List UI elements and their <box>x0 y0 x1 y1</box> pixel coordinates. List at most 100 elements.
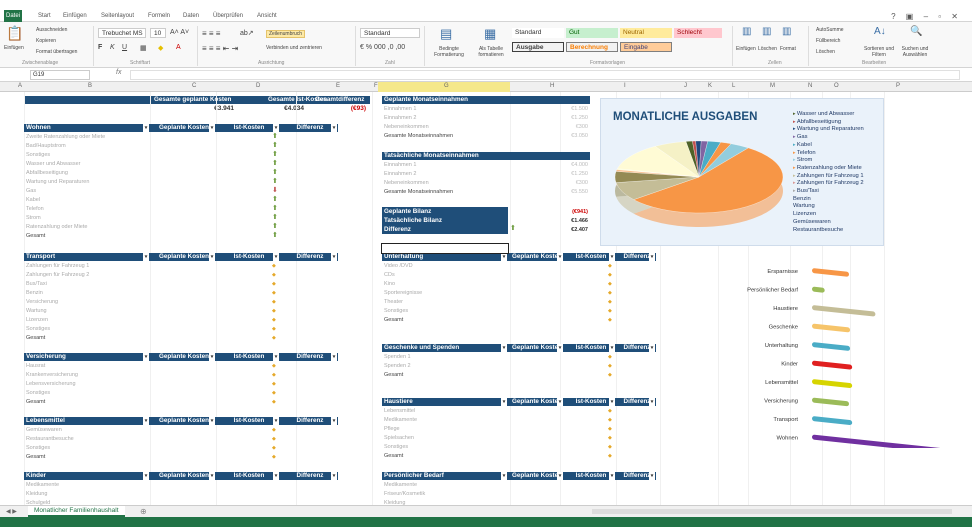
column-header-n[interactable]: N <box>808 83 812 89</box>
wrap-text-button[interactable]: Zeilenumbruch <box>266 30 306 38</box>
style-schlecht[interactable]: Schlecht <box>674 28 722 38</box>
kinder-filter-dropdown-icon[interactable]: ▾ <box>331 472 337 480</box>
column-header-g[interactable]: G <box>444 83 449 89</box>
conditional-formatting-icon[interactable]: ▤ <box>440 26 452 42</box>
column-header-k[interactable]: K <box>708 83 712 89</box>
paste-button[interactable]: Einfügen <box>4 45 24 51</box>
lebensmittel-filter-dropdown-icon[interactable]: ▾ <box>331 417 337 425</box>
fx-icon[interactable]: fx <box>116 69 121 76</box>
delete-cells-icon[interactable]: ▥ <box>762 26 771 37</box>
column-header-f[interactable]: F <box>374 83 378 89</box>
tab-seitenlayout[interactable]: Seitenlayout <box>101 13 134 19</box>
insert-cells-button[interactable]: Einfügen <box>736 46 756 52</box>
unterhaltung-filter-dropdown-icon[interactable]: ▾ <box>557 253 563 261</box>
bold-icon[interactable]: F <box>98 44 102 51</box>
kinder-filter-dropdown-icon[interactable]: ▾ <box>209 472 215 480</box>
grow-shrink-font-icon[interactable]: A˄ A˅ <box>170 29 189 36</box>
versicherung-filter-dropdown-icon[interactable]: ▾ <box>209 353 215 361</box>
sheet-nav-arrows-icon[interactable]: ◀ ▶ <box>6 508 17 515</box>
transport-filter-dropdown-icon[interactable]: ▾ <box>273 253 279 261</box>
font-name-select[interactable]: Trebuchet MS <box>98 28 146 38</box>
wohnen-filter-dropdown-icon[interactable]: ▾ <box>143 124 149 132</box>
align-top-icon[interactable]: ≡ ≡ ≡ <box>202 29 220 38</box>
versicherung-filter-dropdown-icon[interactable]: ▾ <box>331 353 337 361</box>
sort-filter-button[interactable]: Sortieren und Filtern <box>862 46 896 58</box>
column-header-o[interactable]: O <box>834 83 839 89</box>
format-as-table-icon[interactable]: ▦ <box>484 26 496 42</box>
unterhaltung-filter-dropdown-icon[interactable]: ▾ <box>649 253 655 261</box>
align-left-icon[interactable]: ≡ ≡ ≡ ⇤ ⇥ <box>202 44 238 53</box>
underline-icon[interactable]: U <box>122 44 127 51</box>
font-color-icon[interactable]: A <box>176 44 181 51</box>
borders-icon[interactable]: ▦ <box>140 44 147 52</box>
add-sheet-icon[interactable]: ⊕ <box>140 507 147 516</box>
kinder-filter-dropdown-icon[interactable]: ▾ <box>273 472 279 480</box>
cut-button[interactable]: Ausschneiden <box>36 27 67 33</box>
style-berechnung[interactable]: Berechnung <box>566 42 618 52</box>
find-select-button[interactable]: Suchen und Auswählen <box>898 46 932 58</box>
tab-ansicht[interactable]: Ansicht <box>257 13 277 19</box>
style-eingabe[interactable]: Eingabe <box>620 42 672 52</box>
merge-center-button[interactable]: Verbinden und zentrieren <box>266 45 322 51</box>
persoenlich-filter-dropdown-icon[interactable]: ▾ <box>501 472 507 480</box>
persoenlich-filter-dropdown-icon[interactable]: ▾ <box>557 472 563 480</box>
style-standard[interactable]: Standard <box>512 28 564 38</box>
transport-filter-dropdown-icon[interactable]: ▾ <box>331 253 337 261</box>
name-box[interactable]: G19 <box>30 70 90 80</box>
style-ausgabe[interactable]: Ausgabe <box>512 42 564 52</box>
column-header-c[interactable]: C <box>192 83 196 89</box>
haustiere-filter-dropdown-icon[interactable]: ▾ <box>557 398 563 406</box>
style-gut[interactable]: Gut <box>566 28 618 38</box>
tab-ueberpruefen[interactable]: Überprüfen <box>213 13 243 19</box>
number-format-select[interactable]: Standard <box>360 28 420 38</box>
persoenlich-filter-dropdown-icon[interactable]: ▾ <box>649 472 655 480</box>
format-cells-button[interactable]: Format <box>780 46 796 52</box>
tab-einfuegen[interactable]: Einfügen <box>63 13 87 19</box>
versicherung-filter-dropdown-icon[interactable]: ▾ <box>273 353 279 361</box>
unterhaltung-filter-dropdown-icon[interactable]: ▾ <box>501 253 507 261</box>
fill-button[interactable]: Füllbereich <box>816 38 840 44</box>
geschenke-filter-dropdown-icon[interactable]: ▾ <box>501 344 507 352</box>
delete-cells-button[interactable]: Löschen <box>758 46 777 52</box>
column-header-e[interactable]: E <box>336 83 340 89</box>
bar-chart-panel[interactable]: Ersparnisse Persönlicher Bedarf Haustiere G… <box>726 248 972 448</box>
sort-filter-icon[interactable]: A↓ <box>874 26 886 37</box>
column-header-j[interactable]: J <box>684 83 687 89</box>
tab-start[interactable]: Start <box>38 13 51 19</box>
pie-chart-panel[interactable]: MONATLICHE AUSGABEN ▸ Wasser und Abwasse… <box>600 98 884 246</box>
fill-color-icon[interactable]: ◆ <box>158 44 163 52</box>
column-header-l[interactable]: L <box>732 83 735 89</box>
haustiere-filter-dropdown-icon[interactable]: ▾ <box>649 398 655 406</box>
orientation-icon[interactable]: ab↗ <box>240 29 254 37</box>
column-header-d[interactable]: D <box>256 83 260 89</box>
column-header-a[interactable]: A <box>18 83 22 89</box>
active-cell-g19[interactable] <box>381 243 509 254</box>
conditional-formatting-button[interactable]: Bedingte Formatierung <box>428 46 470 58</box>
tab-daten[interactable]: Daten <box>183 13 199 19</box>
style-neutral[interactable]: Neutral <box>620 28 672 38</box>
format-painter-button[interactable]: Format übertragen <box>36 49 77 55</box>
haustiere-filter-dropdown-icon[interactable]: ▾ <box>609 398 615 406</box>
format-cells-icon[interactable]: ▥ <box>782 26 791 37</box>
clear-button[interactable]: Löschen <box>816 49 835 55</box>
file-tab[interactable]: Datei <box>4 10 22 22</box>
currency-percent-icon[interactable]: € % 000 ,0 ,00 <box>360 44 405 51</box>
tab-formeln[interactable]: Formeln <box>148 13 170 19</box>
find-select-icon[interactable]: 🔍 <box>910 26 922 37</box>
format-as-table-button[interactable]: Als Tabelle formatieren <box>472 46 510 58</box>
copy-button[interactable]: Kopieren <box>36 38 56 44</box>
geschenke-filter-dropdown-icon[interactable]: ▾ <box>557 344 563 352</box>
italic-icon[interactable]: K <box>110 44 115 51</box>
lebensmittel-filter-dropdown-icon[interactable]: ▾ <box>273 417 279 425</box>
kinder-filter-dropdown-icon[interactable]: ▾ <box>143 472 149 480</box>
window-controls[interactable]: ? ▣ – ▫ ✕ <box>891 12 962 21</box>
font-size-select[interactable]: 10 <box>150 28 166 38</box>
formula-input[interactable] <box>130 70 960 80</box>
column-header-h[interactable]: H <box>550 83 554 89</box>
column-header-m[interactable]: M <box>770 83 775 89</box>
lebensmittel-filter-dropdown-icon[interactable]: ▾ <box>209 417 215 425</box>
column-header-b[interactable]: B <box>88 83 92 89</box>
unterhaltung-filter-dropdown-icon[interactable]: ▾ <box>609 253 615 261</box>
horizontal-scrollbar[interactable] <box>592 509 952 514</box>
column-header-p[interactable]: P <box>896 83 900 89</box>
